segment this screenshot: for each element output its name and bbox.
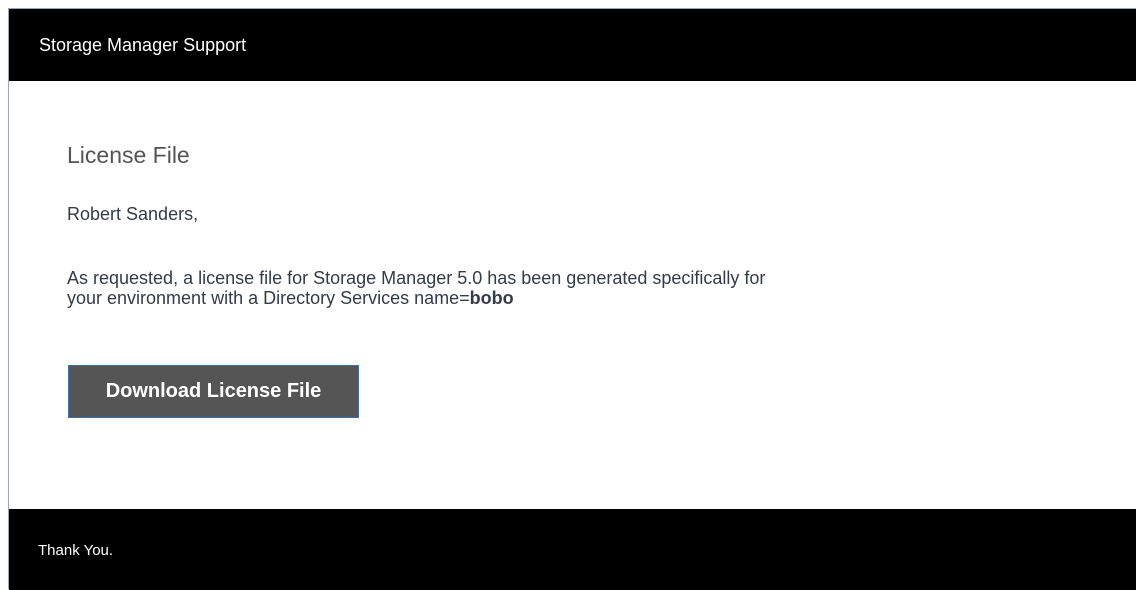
directory-name: bobo: [469, 288, 514, 308]
footer-text: Thank You.: [38, 542, 114, 559]
download-license-button[interactable]: Download License File: [68, 365, 359, 418]
message-line-2: your environment with a Directory Servic…: [67, 288, 470, 308]
email-content: License File Robert Sanders, As requeste…: [9, 81, 1136, 509]
greeting-text: Robert Sanders,: [67, 204, 199, 224]
email-frame: Storage Manager Support License File Rob…: [8, 8, 1136, 590]
message-text: As requested, a license file for Storage…: [67, 268, 1067, 308]
message-line-1: As requested, a license file for Storage…: [67, 268, 766, 288]
header-bar: Storage Manager Support: [9, 9, 1136, 81]
page-title: License File: [67, 142, 190, 168]
header-title: Storage Manager Support: [39, 35, 247, 55]
footer-bar: Thank You.: [9, 509, 1136, 590]
